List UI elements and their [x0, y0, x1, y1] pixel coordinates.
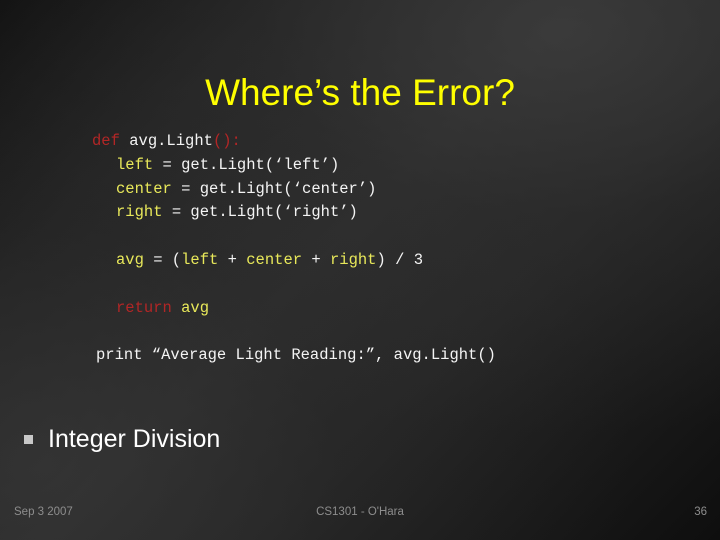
code-listing: def avg.Light(): left = get.Light(‘left’)… [0, 130, 720, 368]
slide-footer: Sep 3 2007 CS1301 - O'Hara 36 [0, 496, 720, 540]
code-token: ) / 3 [376, 250, 423, 269]
code-token: (): [212, 132, 241, 150]
code-line: print “Average Light Reading:”, avg.Ligh… [0, 344, 720, 368]
code-token: avg [116, 250, 144, 269]
code-token: left [116, 155, 154, 174]
code-line: avg = (left + center + right) / 3 [0, 249, 720, 273]
code-token: right [116, 203, 163, 222]
code-token: avg [181, 298, 210, 317]
code-token: def [92, 132, 120, 150]
code-token: + [218, 250, 247, 269]
footer-course: CS1301 - O'Hara [316, 506, 404, 518]
code-token: = get.Light(‘left’) [153, 155, 340, 174]
square-bullet-icon [24, 434, 33, 444]
code-token: return [116, 298, 172, 317]
slide-canvas: Where’s the Error? def avg.Light(): left … [0, 0, 720, 540]
code-token: avg.Light [129, 132, 213, 150]
code-token: = get.Light(‘right’) [162, 203, 358, 222]
page-title: Where’s the Error? [205, 71, 515, 113]
code-line: center = get.Light(‘center’) [0, 178, 720, 202]
code-line: right = get.Light(‘right’) [0, 201, 720, 225]
code-token: right [329, 250, 377, 269]
code-line: def avg.Light(): [0, 130, 720, 154]
code-token: + [302, 250, 330, 269]
list-item: Integer Division [24, 421, 684, 457]
list-item-label: Integer Division [48, 425, 221, 453]
bullet-list: Integer Division [24, 421, 684, 457]
code-token: center [246, 250, 303, 269]
code-token: center [116, 179, 172, 198]
code-token: print “Average Light Reading:”, avg.Ligh… [96, 346, 496, 365]
code-line: left = get.Light(‘left’) [0, 154, 720, 178]
code-line: return avg [0, 297, 720, 321]
code-token: = ( [143, 250, 182, 269]
code-token: left [181, 250, 219, 269]
code-token: = get.Light(‘center’) [171, 179, 377, 198]
footer-page-number: 36 [694, 506, 707, 518]
